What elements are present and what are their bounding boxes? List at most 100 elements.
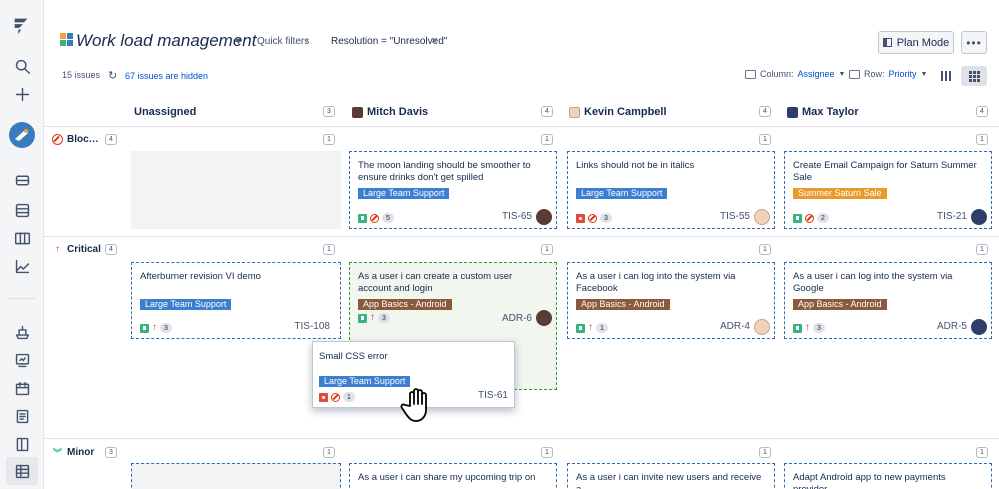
column-view-button[interactable] (933, 66, 959, 86)
column-name: Mitch Davis (367, 106, 429, 118)
issue-key[interactable]: ADR-6 (502, 313, 532, 324)
grid-view-button[interactable] (961, 66, 987, 86)
active-filter-chip[interactable]: Resolution = "Unresolved" (331, 36, 447, 47)
issue-card-tis-108[interactable]: Afterburner revision VI demo Large Team … (131, 262, 341, 339)
search-icon[interactable] (12, 56, 32, 76)
issue-key[interactable]: TIS-108 (294, 321, 330, 332)
backlog-icon[interactable] (12, 200, 32, 220)
columns-view-icon (941, 71, 951, 81)
issue-card-tis-65[interactable]: The moon landing should be smoother to e… (349, 151, 557, 229)
pages-icon[interactable] (12, 406, 32, 426)
blocker-priority-icon (588, 213, 597, 223)
critical-priority-icon: ↑ (805, 322, 810, 333)
story-icon (140, 323, 149, 333)
issue-key[interactable]: TIS-21 (937, 211, 967, 222)
card-title: As a user i can log into the system via … (576, 271, 736, 294)
epic-label[interactable]: Large Team Support (319, 376, 411, 387)
column-header-kevin-campbell: Kevin Campbell (569, 104, 667, 120)
issue-card-minor-mitch[interactable]: As a user i can share my upcoming trip o… (349, 463, 557, 489)
chevron-down-icon: ▼ (920, 70, 928, 78)
plan-mode-label: Plan Mode (896, 36, 950, 49)
plan-mode-icon (882, 38, 892, 47)
estimate-badge: 3 (378, 313, 390, 323)
project-avatar-icon[interactable] (9, 122, 35, 148)
card-footer: ↑ 3 (358, 313, 390, 323)
card-title: As a user i can invite new users and rec… (576, 472, 762, 489)
row-header-minor[interactable]: ︾ Minor (52, 447, 94, 458)
app-logo-icon[interactable] (10, 14, 34, 38)
create-plus-icon[interactable] (12, 84, 32, 104)
row-setting-value[interactable]: Priority (889, 69, 917, 79)
blocker-icon (52, 134, 63, 145)
board-title[interactable]: Work load management (76, 31, 256, 51)
epic-label[interactable]: Large Team Support (358, 188, 450, 199)
row-header-blocker[interactable]: Bloc… (52, 134, 99, 145)
avatar (754, 209, 770, 225)
book-icon[interactable] (12, 434, 32, 454)
releases-icon[interactable] (12, 350, 32, 370)
row-count: 4 (105, 244, 117, 255)
issue-card-minor-max[interactable]: Adapt Android app to new payments provid… (784, 463, 992, 489)
column-setting-value[interactable]: Assignee (798, 69, 835, 79)
issue-key[interactable]: ADR-5 (937, 321, 967, 332)
bug-icon (576, 213, 585, 223)
cell-count: 1 (759, 244, 771, 255)
card-footer: 2 (793, 213, 829, 223)
row-setting-label: Row: (864, 69, 885, 79)
row-setting[interactable]: Row: Priority ▼ (849, 69, 927, 79)
issue-card-tis-21[interactable]: Create Email Campaign for Saturn Summer … (784, 151, 992, 229)
card-title: Afterburner revision VI demo (140, 271, 261, 282)
epic-label[interactable]: App Basics - Android (793, 299, 887, 310)
column-count: 4 (976, 106, 988, 117)
column-setting[interactable]: Column: Assignee ▼ (745, 69, 845, 79)
epic-label[interactable]: App Basics - Android (358, 299, 452, 310)
roadmap-icon[interactable] (12, 228, 32, 248)
empty-cell[interactable] (131, 151, 341, 229)
card-footer: 5 (358, 213, 394, 223)
issue-key[interactable]: ADR-4 (720, 321, 750, 332)
issue-key[interactable]: TIS-61 (478, 390, 508, 401)
epic-label[interactable]: Large Team Support (140, 299, 232, 310)
row-name: Bloc… (67, 134, 99, 145)
more-options-button[interactable]: ••• (961, 31, 987, 54)
issue-card-minor-kevin[interactable]: As a user i can invite new users and rec… (567, 463, 775, 489)
board-icon[interactable] (12, 170, 32, 190)
refresh-icon[interactable]: ↻ (108, 69, 117, 82)
issue-card-minor-unassigned[interactable] (131, 463, 341, 489)
column-name: Max Taylor (802, 106, 859, 118)
issue-key[interactable]: TIS-65 (502, 211, 532, 222)
issue-card-adr-5[interactable]: As a user i can log into the system via … (784, 262, 992, 339)
row-count: 3 (105, 447, 117, 458)
estimate-badge: 3 (600, 213, 612, 223)
story-icon (793, 213, 802, 223)
avatar (352, 106, 363, 118)
column-count: 3 (323, 106, 335, 117)
bug-icon (319, 392, 328, 402)
estimate-badge: 5 (382, 213, 394, 223)
calendar-icon[interactable] (12, 378, 32, 398)
blocker-priority-icon (805, 213, 814, 223)
close-icon[interactable]: × (431, 35, 437, 47)
estimate-badge: 2 (817, 213, 829, 223)
cell-count: 1 (323, 244, 335, 255)
epic-label[interactable]: Large Team Support (576, 188, 668, 199)
ship-icon[interactable] (12, 322, 32, 342)
epic-label[interactable]: Summer Saturn Sale (793, 188, 887, 199)
reports-icon[interactable] (12, 256, 32, 276)
cell-count: 1 (759, 134, 771, 145)
card-footer: 1 (319, 392, 355, 402)
plan-mode-button[interactable]: Plan Mode (878, 31, 954, 54)
quick-filters-button[interactable]: Quick filters (257, 36, 309, 47)
epic-label[interactable]: App Basics - Android (576, 299, 670, 310)
chevron-down-icon[interactable]: ▼ (234, 36, 243, 46)
workload-board-icon[interactable] (12, 461, 32, 481)
hidden-issues-link[interactable]: 67 issues are hidden (125, 71, 208, 81)
column-name: Unassigned (134, 106, 197, 118)
cell-count: 1 (541, 134, 553, 145)
issue-card-tis-55[interactable]: Links should not be in italics Large Tea… (567, 151, 775, 229)
row-header-critical[interactable]: ↑ Critical (52, 244, 101, 255)
estimate-badge: 1 (343, 392, 355, 402)
issue-card-adr-4[interactable]: As a user i can log into the system via … (567, 262, 775, 339)
sidebar-divider (8, 298, 36, 299)
issue-key[interactable]: TIS-55 (720, 211, 750, 222)
